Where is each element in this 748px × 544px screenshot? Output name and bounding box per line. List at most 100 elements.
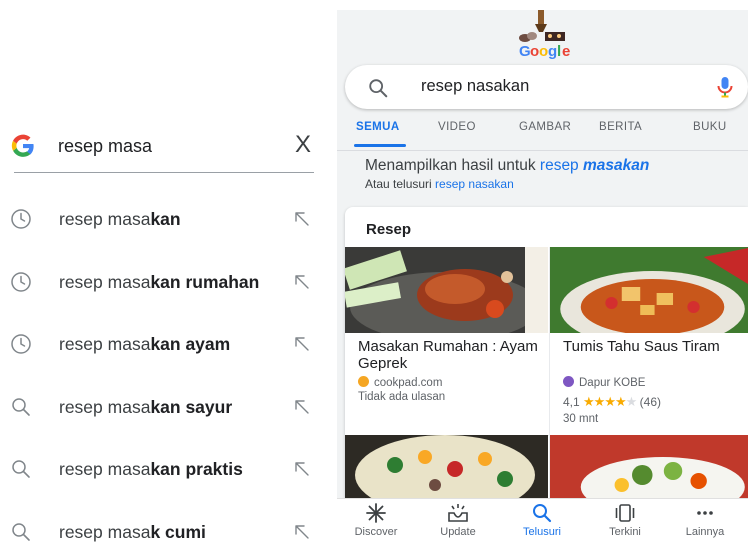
suggestion-completion-part: kan praktis [150,459,243,479]
tabs-divider [337,150,748,151]
google-g-icon [11,134,34,157]
suggestion-item[interactable]: resep masakan ayam [0,317,330,380]
recipe-source: Dapur KOBE [563,376,645,389]
suggestion-text: resep masakan praktis [59,459,243,480]
original-query-suggestion: Atau telusuri resep nasakan [365,177,514,191]
fill-query-arrow-icon[interactable] [292,459,312,479]
asterisk-icon [366,503,386,523]
recipe-name: Masakan Rumahan : Ayam Geprek [358,338,538,372]
search-input[interactable] [58,134,268,158]
nav-lainnya[interactable]: Lainnya [670,503,740,538]
suggestion-completion-part: kan ayam [150,334,231,354]
tab-berita[interactable]: BERITA [599,121,642,133]
review-count: (46) [639,395,661,409]
suggestion-item[interactable]: resep masakan [0,192,330,255]
recipe-card: Resep Masakan Rumahan : Ayam Geprek cook… [345,207,748,544]
inbox-sparkle-icon [448,504,468,522]
nav-label: Terkini [609,526,641,538]
fill-query-arrow-icon[interactable] [292,334,312,354]
history-icon [10,208,32,230]
nav-update[interactable]: Update [423,503,493,538]
spelling-correction: Menampilkan hasil untuk resep masakan [365,157,649,175]
suggestion-typed-part: resep masa [59,209,151,229]
fill-query-arrow-icon[interactable] [292,522,312,542]
svg-text:l: l [557,43,561,60]
tab-gambar[interactable]: GAMBAR [519,121,571,133]
fill-query-arrow-icon[interactable] [292,209,312,229]
recipe-item-tumis-tahu[interactable]: Tumis Tahu Saus Tiram Dapur KOBE 4,1 ★★★… [550,247,748,437]
suggestion-text: resep masakan [59,209,181,230]
search-icon [10,458,32,480]
nav-telusuri[interactable]: Telusuri [507,503,577,538]
suggestion-completion-part: k cumi [150,521,206,542]
suggestion-text: resep masakan sayur [59,397,232,418]
suggestion-text: resep masakan ayam [59,334,230,355]
clear-button[interactable]: X [290,132,316,158]
svg-text:o: o [530,43,539,60]
recipe-source-text: cookpad.com [374,377,443,389]
corrected-query-plain: resep [539,157,583,174]
tumis-tahu-photo [550,247,748,333]
cookpad-icon [358,376,369,387]
dapur-kobe-icon [563,376,574,387]
recipe-item-salad-photo[interactable] [345,435,548,505]
recipe-name: Tumis Tahu Saus Tiram [563,338,720,355]
results-search-bar[interactable]: resep nasakan [345,65,748,109]
tab-buku[interactable]: BUKU [693,121,727,133]
star-rating-icon: ★★★★★ [583,394,637,409]
corrected-query-bold: masakan [583,157,650,174]
recipe-item-ayam-geprek[interactable]: Masakan Rumahan : Ayam Geprek cookpad.co… [345,247,548,437]
suggestion-typed-part: resep masa [59,396,151,417]
suggestion-text: resep masak cumi [59,522,206,543]
showing-prefix: Menampilkan hasil untuk [365,157,540,174]
suggestion-completion-part: kan rumahan [150,271,260,292]
nav-terkini[interactable]: Terkini [590,503,660,538]
original-query-link[interactable]: resep nasakan [435,177,514,191]
active-tab-indicator [354,144,406,147]
recent-cards-icon [615,504,635,522]
tab-video[interactable]: VIDEO [438,121,476,133]
suggestion-completion-part: kan sayur [150,396,233,417]
suggestion-list: resep masakan resep masakan rumahan resep … [0,192,330,544]
rating-value: 4,1 [563,395,580,409]
results-panel: G o o g l e resep nasakan SEMUA VIDEO GA… [337,10,748,544]
fill-query-arrow-icon[interactable] [292,272,312,292]
nav-label: Telusuri [523,526,561,538]
history-icon [10,271,32,293]
bottom-navigation: Discover Update Telusuri Terkini Lainnya [337,498,748,544]
nav-label: Discover [354,526,398,538]
suggestion-typed-part: resep masa [59,334,151,354]
search-icon [10,521,32,543]
more-dots-icon [697,511,713,515]
suggestion-completion-part: kan [150,209,181,229]
suggestion-item[interactable]: resep masakan sayur [0,380,330,443]
ayam-geprek-photo [345,247,548,333]
search-icon [10,396,32,418]
fill-query-arrow-icon[interactable] [292,397,312,417]
search-underline [14,172,314,173]
tab-semua[interactable]: SEMUA [356,121,400,133]
result-tabs: SEMUA VIDEO GAMBAR BERITA BUKU [337,113,748,149]
google-doodle[interactable]: G o o g l e [505,10,585,64]
suggestion-typed-part: resep masa [59,271,151,292]
recipe-card-title: Resep [366,221,412,238]
microphone-icon[interactable] [715,75,735,99]
svg-text:o: o [539,43,548,60]
suggestion-typed-part: resep masa [59,459,151,479]
nav-label: Lainnya [685,526,725,538]
nav-discover[interactable]: Discover [341,503,411,538]
suggestion-item[interactable]: resep masak cumi [0,505,330,544]
alt-prefix: Atau telusuri [365,177,436,191]
recipe-item-vegetable-photo[interactable] [550,435,748,505]
suggestion-typed-part: resep masa [59,521,151,542]
recipe-source-text: Dapur KOBE [579,377,646,389]
suggestion-item[interactable]: resep masakan praktis [0,442,330,505]
results-query-text[interactable]: resep nasakan [421,77,529,96]
svg-text:G: G [519,43,531,60]
recipe-review-status: Tidak ada ulasan [358,391,446,403]
corrected-query-link[interactable]: resep masakan [540,157,649,174]
nav-label: Update [440,526,476,538]
svg-text:g: g [548,43,557,60]
recipe-source: cookpad.com [358,376,442,389]
suggestion-item[interactable]: resep masakan rumahan [0,255,330,318]
